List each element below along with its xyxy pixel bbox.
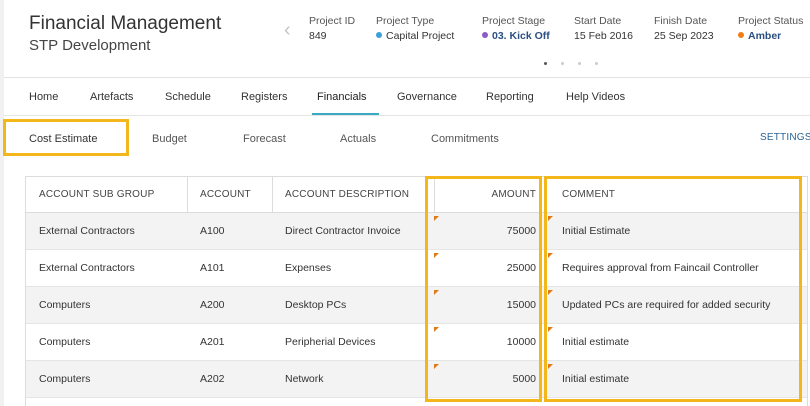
- status-dot-icon: [738, 32, 744, 38]
- cell-sub-group[interactable]: External Contractors: [26, 213, 187, 249]
- meta-finish-date: Finish Date 25 Sep 2023: [654, 15, 714, 42]
- subtab-budget[interactable]: Budget: [152, 133, 187, 145]
- tab-reporting[interactable]: Reporting: [486, 91, 534, 103]
- status-dot-icon: [482, 32, 488, 38]
- tab-help-videos[interactable]: Help Videos: [566, 91, 625, 103]
- meta-value: Capital Project: [386, 30, 455, 42]
- tab-registers[interactable]: Registers: [241, 91, 287, 103]
- meta-start-date: Start Date 15 Feb 2016: [574, 15, 633, 42]
- pager-dot[interactable]: [561, 62, 564, 65]
- active-tab-indicator: [312, 113, 379, 115]
- pager-dot[interactable]: [544, 62, 547, 65]
- subtab-actuals[interactable]: Actuals: [340, 133, 376, 145]
- project-header: Financial Management STP Development ‹ P…: [4, 0, 810, 78]
- cell-account[interactable]: A202: [187, 361, 272, 397]
- highlight-comment-column: [544, 176, 802, 402]
- highlight-amount-column: [425, 176, 542, 402]
- meta-value: 15 Feb 2016: [574, 30, 633, 42]
- meta-project-stage: Project Stage 03. Kick Off: [482, 15, 550, 42]
- pager-dot[interactable]: [595, 62, 598, 65]
- meta-project-type: Project Type Capital Project: [376, 15, 454, 42]
- meta-label: Project Stage: [482, 15, 546, 27]
- meta-project-status: Project Status Amber: [738, 15, 803, 42]
- cell-description[interactable]: Expenses: [272, 250, 434, 286]
- meta-label: Project Type: [376, 15, 435, 27]
- project-name: STP Development: [29, 37, 151, 54]
- page-title: Financial Management: [29, 13, 222, 34]
- cell-description[interactable]: Desktop PCs: [272, 287, 434, 323]
- tab-financials[interactable]: Financials: [317, 91, 367, 103]
- cell-account[interactable]: A201: [187, 324, 272, 360]
- meta-value: Amber: [748, 30, 782, 42]
- cell-sub-group[interactable]: External Contractors: [26, 250, 187, 286]
- cell-account[interactable]: A101: [187, 250, 272, 286]
- column-header[interactable]: ACCOUNT SUB GROUP: [26, 177, 187, 212]
- tab-schedule[interactable]: Schedule: [165, 91, 211, 103]
- subtab-commitments[interactable]: Commitments: [431, 133, 499, 145]
- meta-project-id: Project ID 849: [309, 15, 355, 42]
- cell-sub-group[interactable]: Computers: [26, 324, 187, 360]
- subtab-forecast[interactable]: Forecast: [243, 133, 286, 145]
- tab-artefacts[interactable]: Artefacts: [90, 91, 133, 103]
- meta-label: Project ID: [309, 15, 356, 27]
- chevron-left-icon[interactable]: ‹: [284, 20, 291, 40]
- column-header[interactable]: ACCOUNT: [187, 177, 272, 212]
- column-header[interactable]: ACCOUNT DESCRIPTION: [272, 177, 434, 212]
- cell-sub-group[interactable]: Computers: [26, 287, 187, 323]
- cell-description[interactable]: Network: [272, 361, 434, 397]
- meta-value: 25 Sep 2023: [654, 30, 714, 42]
- tab-governance[interactable]: Governance: [397, 91, 457, 103]
- cell-description[interactable]: Direct Contractor Invoice: [272, 213, 434, 249]
- meta-value: 849: [309, 30, 327, 42]
- status-dot-icon: [376, 32, 382, 38]
- pager-dot[interactable]: [578, 62, 581, 65]
- meta-value: 03. Kick Off: [492, 30, 550, 42]
- settings-link[interactable]: SETTINGS: [760, 132, 810, 143]
- meta-label: Start Date: [574, 15, 622, 27]
- cell-account[interactable]: A100: [187, 213, 272, 249]
- meta-label: Project Status: [738, 15, 804, 27]
- carousel-pager: [544, 52, 612, 70]
- tab-home[interactable]: Home: [29, 91, 58, 103]
- cell-sub-group[interactable]: Computers: [26, 361, 187, 397]
- meta-label: Finish Date: [654, 15, 708, 27]
- cell-description[interactable]: Peripherial Devices: [272, 324, 434, 360]
- cell-account[interactable]: A200: [187, 287, 272, 323]
- main-nav: Home Artefacts Schedule Registers Financ…: [4, 78, 810, 116]
- subtab-cost-estimate[interactable]: Cost Estimate: [29, 133, 97, 145]
